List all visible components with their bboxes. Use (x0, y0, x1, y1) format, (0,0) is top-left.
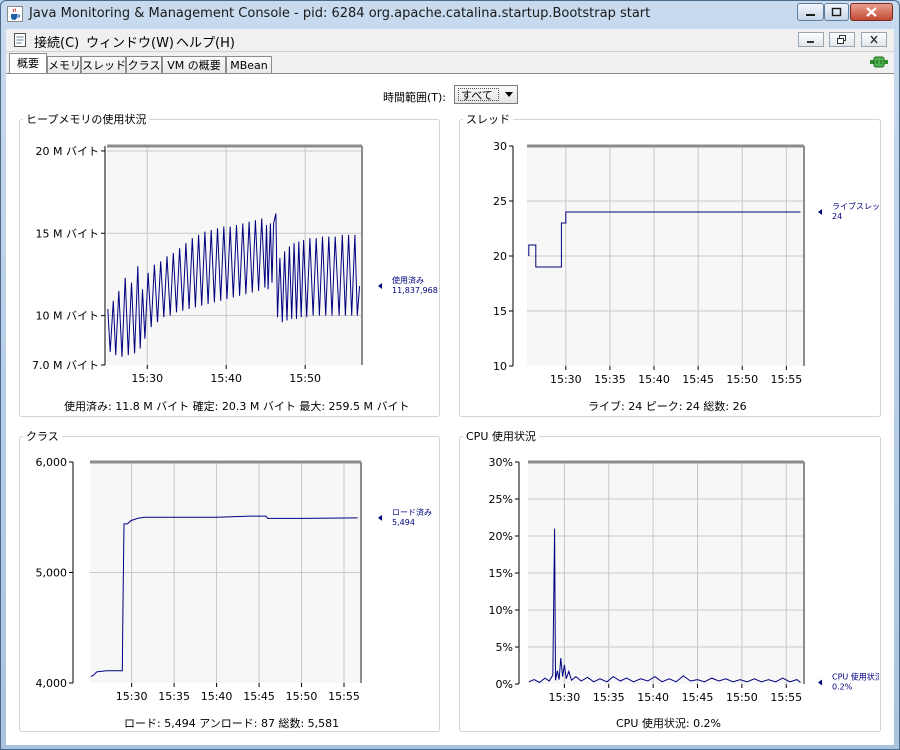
x-tick-label: 15:45 (682, 373, 714, 386)
series-legend-value: 5,494 (392, 518, 415, 527)
restore-icon (837, 35, 846, 44)
y-tick-label: 0% (496, 678, 513, 691)
x-tick-label: 15:40 (210, 372, 242, 385)
y-tick-label: 7.0 M バイト (32, 359, 99, 372)
series-legend-name: ロード済み (392, 507, 432, 517)
overview-content: 概要 メモリ スレッド クラス VM の概要 MBean 時間範囲(T): すべ… (6, 52, 894, 745)
classes-chart: 4,000 5,000 6,000 15:30 15:35 15:40 15:45 15:50… (36, 456, 433, 703)
y-tick-label: 25 (493, 195, 507, 208)
y-tick-label: 10 M バイト (36, 310, 99, 323)
connection-status-icon (870, 56, 888, 68)
x-tick-label: 15:35 (594, 373, 626, 386)
close-icon (870, 35, 878, 44)
x-tick-label: 15:30 (550, 373, 582, 386)
x-tick-label: 15:40 (637, 691, 669, 704)
threads-chart: 10 15 20 25 30 15:30 15:35 15:40 15:45 15:50 15:55… (493, 140, 879, 386)
y-tick-label: 30 (493, 140, 507, 153)
maximize-window-button[interactable] (824, 3, 849, 21)
time-range-label: 時間範囲(T): (383, 91, 447, 104)
x-tick-label: 15:50 (289, 372, 321, 385)
y-tick-label: 15 (493, 305, 507, 318)
series-legend-name: CPU 使用状況 (832, 672, 879, 682)
series-legend-name: 使用済み (392, 275, 424, 285)
chevron-down-icon (505, 92, 513, 97)
x-tick-label: 15:45 (243, 690, 275, 703)
close-icon (866, 7, 877, 17)
internal-close-button[interactable] (861, 32, 887, 47)
cpu-summary: CPU 使用状況: 0.2% (616, 717, 722, 730)
y-tick-label: 4,000 (36, 677, 68, 690)
y-tick-label: 5,000 (36, 567, 68, 580)
y-tick-label: 30% (489, 456, 513, 469)
tab-overview[interactable]: 概要 (9, 53, 47, 73)
x-tick-label: 15:50 (726, 691, 758, 704)
maximize-icon (831, 7, 842, 17)
heap-memory-panel-title: ヒープメモリの使用状況 (23, 111, 150, 127)
x-tick-label: 15:30 (549, 691, 581, 704)
series-legend-name: ライブスレッド (832, 201, 879, 211)
threads-summary: ライブ: 24 ピーク: 24 総数: 26 (588, 400, 747, 413)
y-tick-label: 25% (489, 493, 513, 506)
classes-panel-title: クラス (23, 428, 62, 444)
tab-mbean[interactable]: MBean (226, 56, 272, 73)
heap-memory-summary: 使用済み: 11.8 M バイト 確定: 20.3 M バイト 最大: 259.… (64, 400, 410, 413)
y-tick-label: 20 (493, 250, 507, 263)
cpu-chart: 0% 5% 10% 15% 20% 25% 30% 15:30 15:35 15:40 15:45 1… (489, 456, 879, 704)
minimize-icon (806, 14, 815, 16)
y-tick-label: 10% (489, 604, 513, 617)
tab-vm-summary[interactable]: VM の概要 (162, 56, 226, 73)
menu-connection[interactable]: 接続(C) (34, 32, 79, 51)
cpu-panel-title: CPU 使用状況 (463, 428, 539, 444)
time-range-value: すべて (458, 88, 499, 102)
latest-value-marker (818, 679, 822, 686)
classes-summary: ロード: 5,494 アンロード: 87 総数: 5,581 (124, 717, 340, 730)
java-coffee-icon (7, 6, 23, 22)
time-range-dropdown[interactable]: すべて (454, 85, 518, 104)
x-tick-label: 15:35 (593, 691, 625, 704)
latest-value-marker (378, 514, 382, 521)
y-tick-label: 10 (493, 360, 507, 373)
latest-value-marker (378, 282, 382, 289)
internal-frame-icon[interactable] (12, 32, 28, 48)
y-tick-label: 6,000 (36, 456, 68, 469)
series-legend-value: 0.2% (832, 683, 853, 692)
x-tick-label: 15:55 (770, 691, 802, 704)
window-title: Java Monitoring & Management Console - p… (29, 6, 651, 21)
x-tick-label: 15:50 (286, 690, 318, 703)
tab-bar: 概要 メモリ スレッド クラス VM の概要 MBean (6, 52, 894, 74)
series-legend-value: 11,837,968 (392, 286, 438, 295)
minimize-window-button[interactable] (797, 3, 824, 21)
x-tick-label: 15:35 (158, 690, 190, 703)
y-tick-label: 20% (489, 530, 513, 543)
internal-minimize-button[interactable] (798, 32, 824, 47)
tab-threads[interactable]: スレッド (81, 56, 126, 73)
y-tick-label: 15% (489, 567, 513, 580)
x-tick-label: 15:30 (131, 372, 163, 385)
x-tick-label: 15:30 (116, 690, 148, 703)
x-tick-label: 15:55 (328, 690, 360, 703)
series-legend-value: 24 (832, 212, 842, 221)
close-window-button[interactable] (850, 3, 893, 21)
menu-help[interactable]: ヘルプ(H) (176, 32, 235, 51)
heap-memory-chart: 7.0 M バイト 10 M バイト 15 M バイト 20 M バイト 15:30 15… (32, 144, 438, 385)
x-tick-label: 15:40 (201, 690, 233, 703)
x-tick-label: 15:40 (638, 373, 670, 386)
y-tick-label: 20 M バイト (36, 145, 99, 158)
minimize-icon (807, 41, 814, 43)
x-tick-label: 15:55 (771, 373, 803, 386)
y-tick-label: 5% (496, 641, 513, 654)
y-tick-label: 15 M バイト (36, 227, 99, 240)
tab-classes[interactable]: クラス (126, 56, 162, 73)
menu-bar: 接続(C) ウィンドウ(W) ヘルプ(H) (6, 29, 894, 52)
title-bar[interactable]: Java Monitoring & Management Console - p… (1, 1, 899, 28)
latest-value-marker (818, 209, 822, 215)
application-window: Java Monitoring & Management Console - p… (0, 0, 900, 750)
menu-window[interactable]: ウィンドウ(W) (86, 32, 174, 51)
x-tick-label: 15:50 (726, 373, 758, 386)
x-tick-label: 15:45 (682, 691, 714, 704)
tab-memory[interactable]: メモリ (47, 56, 81, 73)
threads-panel-title: スレッド (463, 111, 513, 127)
internal-restore-button[interactable] (829, 32, 855, 47)
